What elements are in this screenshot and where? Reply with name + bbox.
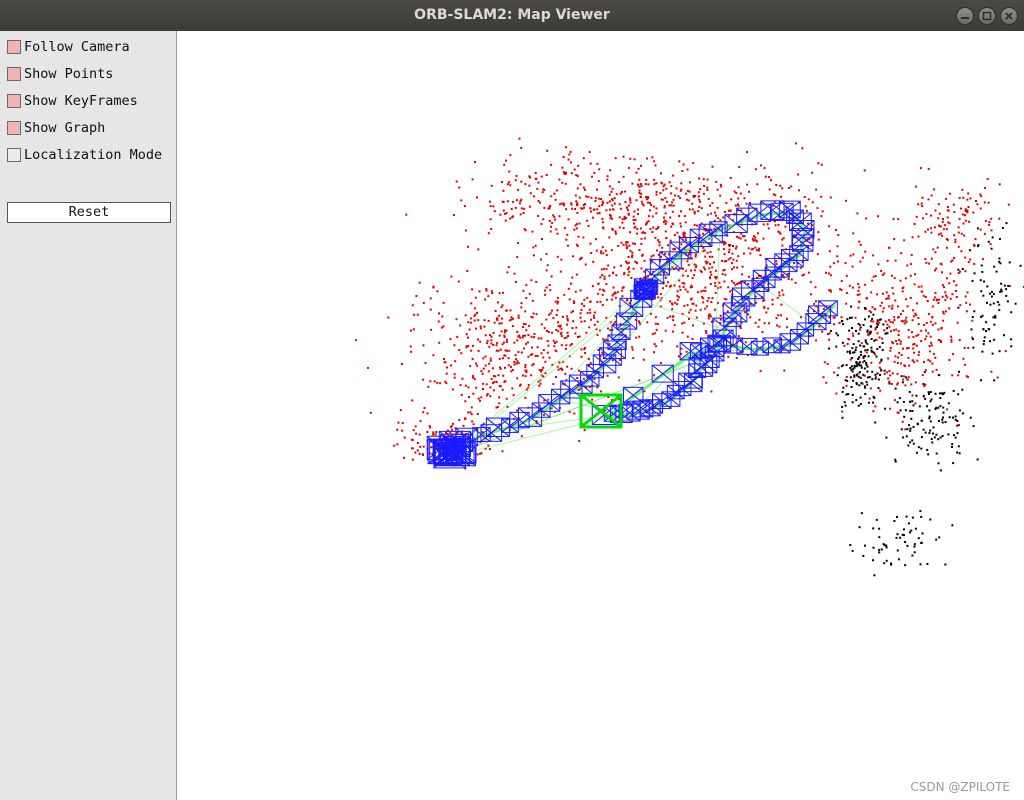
close-icon[interactable] bbox=[1000, 7, 1018, 25]
show-keyframes-checkbox[interactable] bbox=[7, 94, 21, 108]
follow-camera-option[interactable]: Follow Camera bbox=[7, 38, 130, 56]
show-points-option[interactable]: Show Points bbox=[7, 65, 113, 83]
show-points-checkbox[interactable] bbox=[7, 67, 21, 81]
map-render[interactable] bbox=[177, 31, 1024, 800]
show-keyframes-label: Show KeyFrames bbox=[24, 93, 138, 109]
show-keyframes-option[interactable]: Show KeyFrames bbox=[7, 92, 138, 110]
reference-points bbox=[828, 222, 1024, 577]
map-points bbox=[355, 137, 1011, 470]
localization-mode-checkbox[interactable] bbox=[7, 148, 21, 162]
show-graph-label: Show Graph bbox=[24, 120, 106, 136]
map-viewer-canvas[interactable]: CSDN @ZPILOTE bbox=[177, 31, 1024, 800]
follow-camera-label: Follow Camera bbox=[24, 39, 130, 55]
localization-mode-option[interactable]: Localization Mode bbox=[7, 146, 162, 164]
window-titlebar[interactable]: ORB-SLAM2: Map Viewer bbox=[0, 0, 1024, 32]
maximize-icon[interactable] bbox=[978, 7, 996, 25]
watermark-text: CSDN @ZPILOTE bbox=[910, 780, 1010, 794]
follow-camera-checkbox[interactable] bbox=[7, 40, 21, 54]
minimize-icon[interactable] bbox=[956, 7, 974, 25]
window-title: ORB-SLAM2: Map Viewer bbox=[414, 7, 610, 23]
show-graph-option[interactable]: Show Graph bbox=[7, 119, 105, 137]
window-controls bbox=[956, 7, 1018, 25]
reset-button[interactable]: Reset bbox=[7, 202, 171, 223]
show-graph-checkbox[interactable] bbox=[7, 121, 21, 135]
show-points-label: Show Points bbox=[24, 66, 114, 82]
control-panel: Follow Camera Show Points Show KeyFrames… bbox=[0, 31, 177, 800]
localization-mode-label: Localization Mode bbox=[24, 147, 163, 163]
